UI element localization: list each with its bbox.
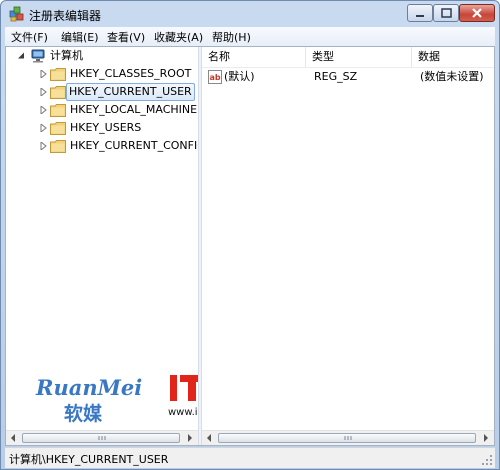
list-scroll-thumb[interactable] <box>218 433 476 443</box>
resize-grip-icon[interactable] <box>481 454 493 466</box>
tree-label: HKEY_LOCAL_MACHINE <box>70 103 198 116</box>
menu-file[interactable]: 文件(F) <box>11 29 48 45</box>
expand-arrow-icon[interactable] <box>40 124 47 132</box>
close-icon <box>472 8 482 18</box>
tree-node[interactable]: HKEY_CLASSES_ROOT <box>6 65 196 83</box>
scroll-left-icon[interactable] <box>6 431 21 445</box>
tree-label: HKEY_CURRENT_USER <box>66 83 195 101</box>
column-header-data[interactable]: 数据 <box>412 47 494 67</box>
expand-arrow-icon[interactable] <box>40 88 47 96</box>
folder-icon <box>50 140 66 153</box>
registry-app-icon <box>9 6 24 22</box>
ithome-logo-icon <box>170 375 198 401</box>
tree-node-selected[interactable]: HKEY_CURRENT_USER <box>6 83 196 101</box>
status-path: 计算机\HKEY_CURRENT_USER <box>9 453 169 466</box>
column-header-type[interactable]: 类型 <box>306 47 412 67</box>
close-button[interactable] <box>459 4 495 22</box>
values-list[interactable]: 名称 类型 数据 ab (默认) REG_SZ (数值未设置) <box>202 47 494 430</box>
tree-label: HKEY_CLASSES_ROOT <box>70 67 192 80</box>
menu-bar: 文件(F) 编辑(E) 查看(V) 收藏夹(A) 帮助(H) <box>5 27 495 46</box>
expand-arrow-icon[interactable] <box>40 106 47 114</box>
ithome-watermark: www.ithome.com <box>168 371 198 418</box>
registry-editor-window: 注册表编辑器 文件(F) 编辑(E) 查看(V) 收藏夹(A) 帮助(H) 计算… <box>0 0 500 470</box>
tree-label-computer: 计算机 <box>50 49 83 62</box>
maximize-icon <box>441 8 452 18</box>
grip-lines-icon <box>98 436 106 440</box>
tree-node[interactable]: HKEY_LOCAL_MACHINE <box>6 101 198 119</box>
ithome-site-url: www.ithome.com <box>168 407 198 418</box>
collapse-arrow-icon[interactable] <box>18 52 25 60</box>
list-horizontal-scrollbar[interactable] <box>202 430 494 445</box>
minimize-button[interactable] <box>407 4 433 22</box>
editor-client-area: 计算机 HKEY_CLASSES_ROOT HKEY_CURRENT_USER … <box>5 46 495 446</box>
menu-edit[interactable]: 编辑(E) <box>61 29 99 45</box>
tree-node[interactable]: HKEY_USERS <box>6 119 196 137</box>
list-item[interactable]: ab (默认) REG_SZ (数值未设置) <box>202 68 494 86</box>
scroll-left-icon[interactable] <box>202 431 217 445</box>
tree-label: HKEY_CURRENT_CONFIG <box>70 139 198 152</box>
column-header-name[interactable]: 名称 <box>202 47 306 67</box>
tree-label: HKEY_USERS <box>70 121 142 134</box>
list-header: 名称 类型 数据 <box>202 47 494 68</box>
expand-arrow-icon[interactable] <box>40 70 47 78</box>
status-bar: 计算机\HKEY_CURRENT_USER <box>5 447 495 468</box>
maximize-button[interactable] <box>433 4 459 22</box>
registry-tree[interactable]: 计算机 HKEY_CLASSES_ROOT HKEY_CURRENT_USER … <box>6 47 198 430</box>
string-value-icon: ab <box>208 70 222 84</box>
value-name: (默认) <box>224 70 255 83</box>
window-title: 注册表编辑器 <box>29 9 102 23</box>
grip-lines-icon <box>344 436 352 440</box>
expand-arrow-icon[interactable] <box>40 142 47 150</box>
menu-favorites[interactable]: 收藏夹(A) <box>154 29 203 45</box>
menu-help[interactable]: 帮助(H) <box>212 29 251 45</box>
folder-icon <box>50 122 66 135</box>
folder-icon <box>50 86 66 99</box>
svg-text:ab: ab <box>210 73 221 82</box>
ruanmei-logo-cjk: 软媒 <box>64 403 103 425</box>
scroll-right-icon[interactable] <box>478 431 493 445</box>
tree-node[interactable]: HKEY_CURRENT_CONFIG <box>6 137 198 155</box>
value-data: (数值未设置) <box>420 70 484 83</box>
tree-horizontal-scrollbar[interactable] <box>6 430 198 445</box>
title-bar[interactable]: 注册表编辑器 <box>1 1 499 27</box>
folder-icon <box>50 68 66 81</box>
tree-node-computer[interactable]: 计算机 <box>6 47 196 65</box>
menu-view[interactable]: 查看(V) <box>107 29 145 45</box>
tree-scroll-thumb[interactable] <box>22 433 180 443</box>
folder-icon <box>50 104 66 117</box>
scroll-right-icon[interactable] <box>182 431 197 445</box>
computer-icon <box>31 49 45 63</box>
minimize-icon <box>416 15 424 17</box>
value-type: REG_SZ <box>314 70 358 83</box>
ruanmei-logo-text: RuanMei <box>36 375 143 400</box>
